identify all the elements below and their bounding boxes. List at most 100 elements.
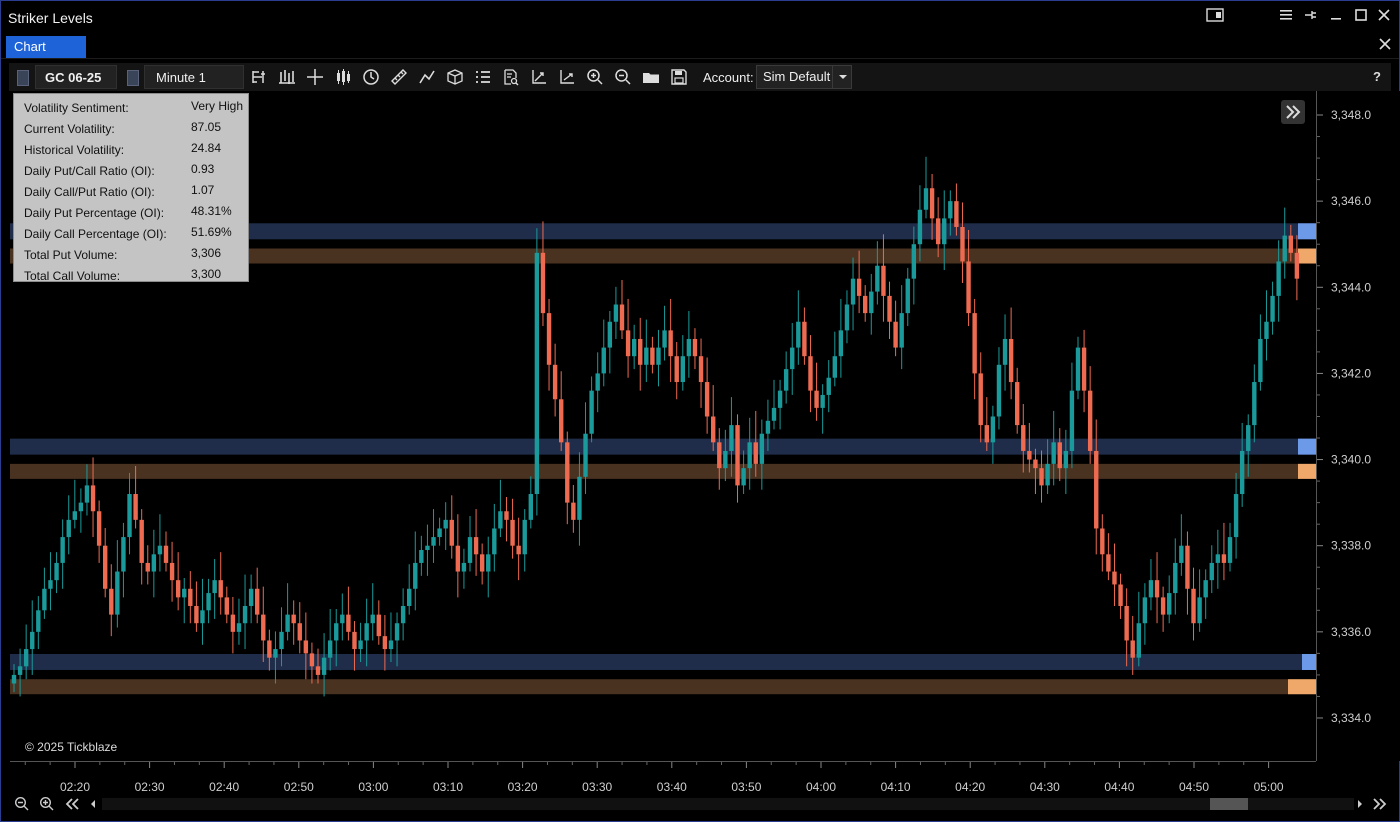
expand-panel-button[interactable] (1281, 100, 1305, 124)
close-icon[interactable] (1373, 7, 1395, 27)
title-bar: Striker Levels (1, 1, 1399, 33)
candle-body (321, 657, 327, 675)
double-chevron-right-icon (1373, 798, 1387, 810)
instrument-link-swatch[interactable] (17, 70, 29, 86)
menu-icon[interactable] (1275, 7, 1297, 27)
info-row: Daily Call/Put Ratio (OI): 1.07 (24, 182, 248, 202)
info-key: Daily Call Percentage (OI): (24, 227, 167, 241)
candle-body (84, 485, 90, 503)
info-row: Total Put Volume: 3,306 (24, 245, 248, 265)
time-axis-scale: 02:20 02:30 02:40 02:50 03:00 03:10 03:20 03:30… (24, 762, 1284, 794)
candle-body (72, 511, 77, 520)
candle-body (1015, 382, 1020, 426)
window-layout-icon[interactable] (1204, 7, 1226, 27)
candle-body (388, 640, 394, 650)
tab-close-icon[interactable] (1379, 37, 1391, 53)
candle-body (400, 605, 406, 624)
x-tick-label: 03:00 (358, 780, 388, 794)
x-tick-label: 02:50 (284, 780, 314, 794)
axis-alt-icon[interactable] (558, 68, 576, 86)
save-icon[interactable] (670, 68, 688, 86)
scroll-left-button[interactable] (84, 796, 102, 812)
scroll-right-button[interactable] (1351, 796, 1369, 812)
candle-body (1209, 562, 1214, 581)
object-icon[interactable] (446, 68, 464, 86)
data-box-icon[interactable] (250, 68, 268, 86)
info-row: Total Call Volume: 3,300 (24, 266, 248, 286)
instrument-selector[interactable]: GC 06-25 (35, 65, 117, 89)
zoom-in-icon[interactable] (586, 68, 604, 86)
scrollbar-track[interactable] (102, 798, 1354, 810)
candle-body (188, 588, 193, 606)
inspect-icon[interactable] (502, 68, 520, 86)
candle-body (127, 494, 132, 538)
candle-body (48, 580, 53, 589)
candle-body (182, 588, 187, 598)
account-dropdown-button[interactable] (832, 65, 853, 89)
folder-icon[interactable] (642, 68, 660, 86)
info-value: 87.05 (191, 120, 222, 134)
call-level-band (10, 653, 1316, 670)
info-key: Historical Volatility: (24, 143, 125, 157)
candle-body (1069, 390, 1075, 451)
candle-body (765, 420, 771, 434)
candle-body (163, 545, 169, 563)
candle-body (309, 653, 315, 667)
candle-body (814, 390, 819, 408)
pin-icon[interactable] (1300, 7, 1322, 27)
candle-body (650, 347, 655, 365)
candle-body (656, 347, 661, 365)
zoom-in-chart-button[interactable] (38, 796, 56, 812)
candle-body (218, 580, 223, 598)
info-value: 0.93 (191, 162, 215, 176)
time-axis[interactable]: 02:20 02:30 02:40 02:50 03:00 03:10 03:20 03:30… (10, 761, 1316, 796)
scroll-to-start-button[interactable] (63, 796, 81, 812)
candle-body (747, 442, 752, 469)
trend-line-icon[interactable] (418, 68, 436, 86)
clock-icon[interactable] (362, 68, 380, 86)
axis-icon[interactable] (530, 68, 548, 86)
list-icon[interactable] (474, 68, 492, 86)
x-tick-label: 05:00 (1254, 780, 1284, 794)
zoom-out-icon[interactable] (614, 68, 632, 86)
app-window: Striker Levels Chart GC 06-25 Minute 1 A… (0, 0, 1400, 822)
candle-body (303, 640, 309, 654)
maximize-icon[interactable] (1350, 7, 1372, 27)
candle-body (869, 291, 874, 314)
candle-body (139, 519, 144, 563)
bar-type-icon[interactable] (278, 68, 296, 86)
minimize-icon[interactable] (1325, 7, 1347, 27)
candle-body (285, 614, 290, 632)
candle-body (394, 623, 400, 641)
candle-body (1276, 261, 1281, 296)
candle-body (461, 562, 467, 572)
candle-body (157, 545, 163, 555)
timeframe-selector[interactable]: Minute 1 (144, 65, 244, 89)
crosshair-icon[interactable] (306, 68, 324, 86)
zoom-out-chart-button[interactable] (13, 796, 31, 812)
call-level-marker (1302, 653, 1316, 670)
scroll-to-end-button[interactable] (1371, 796, 1389, 812)
timeframe-link-swatch[interactable] (127, 70, 139, 86)
price-axis[interactable]: 3,348.0 3,346.0 3,344.0 3,342.0 3,340.0 3,338… (1316, 91, 1400, 761)
x-tick-label: 02:30 (135, 780, 165, 794)
candle-body (1027, 450, 1032, 460)
call-level-marker (1298, 438, 1316, 455)
tab-chart[interactable]: Chart (6, 36, 86, 58)
ruler-icon[interactable] (390, 68, 408, 86)
info-row: Daily Put Percentage (OI): 48.31% (24, 203, 248, 223)
candle-body (121, 537, 126, 572)
tab-bar: Chart (1, 34, 1399, 59)
candlestick-icon[interactable] (334, 68, 352, 86)
account-label: Account: (703, 70, 754, 85)
candle-body (1124, 605, 1129, 641)
candle-body (431, 537, 436, 546)
candle-body (723, 450, 728, 469)
help-button[interactable]: ? (1373, 69, 1381, 84)
candle-body (1185, 545, 1190, 589)
x-tick-label: 03:10 (433, 780, 463, 794)
scrollbar-thumb[interactable] (1210, 798, 1248, 810)
double-chevron-right-icon (1286, 105, 1301, 119)
candle-body (893, 321, 898, 348)
candle-body (990, 416, 996, 443)
